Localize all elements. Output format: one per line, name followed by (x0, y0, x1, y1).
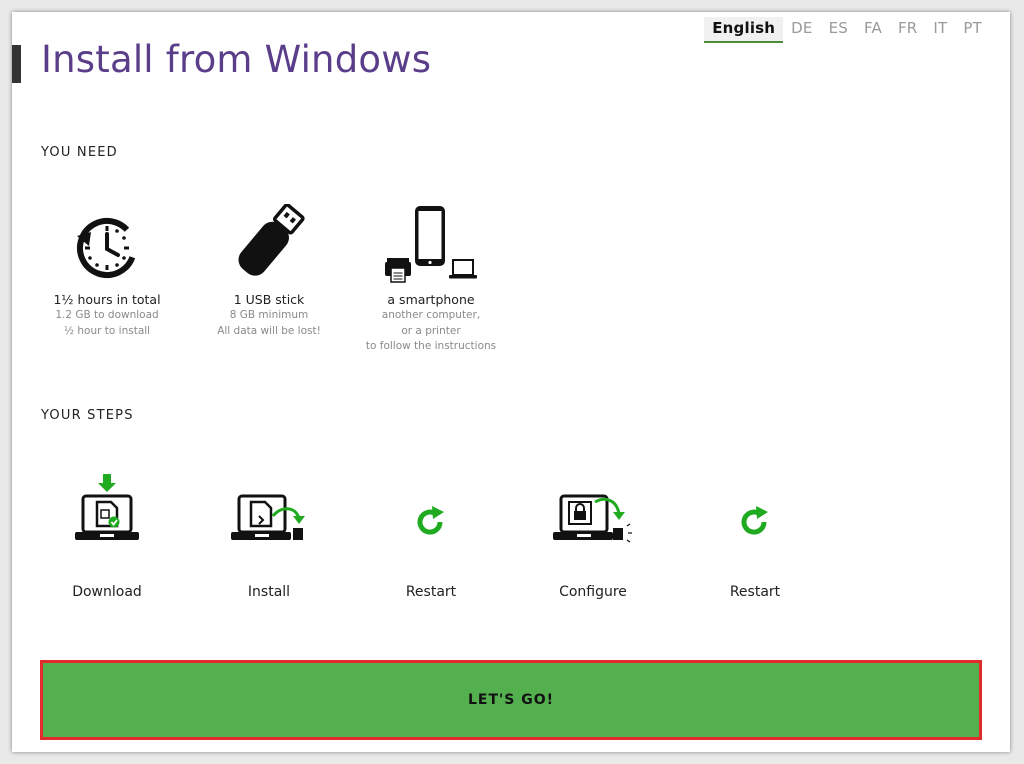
language-switcher: English DE ES FA FR IT PT (704, 17, 990, 43)
laptop-lock-icon (553, 494, 632, 543)
lang-de[interactable]: DE (783, 17, 820, 43)
lang-fr[interactable]: FR (890, 17, 925, 43)
need-detail: or a printer (401, 324, 461, 337)
need-item-time: 1½ hours in total 1.2 GB to download ½ h… (22, 194, 192, 339)
step-label: Restart (729, 584, 781, 600)
step-install: Install (204, 472, 334, 600)
step-label: Download (72, 584, 142, 600)
step-label: Configure (559, 584, 627, 600)
need-detail: ½ hour to install (63, 324, 151, 337)
need-title: 1 USB stick (233, 292, 305, 307)
page-title: Install from Windows (41, 38, 432, 81)
step-label: Install (247, 584, 291, 600)
laptop-install-icon (231, 494, 305, 540)
restart-icon (741, 506, 768, 535)
laptop-download-icon (75, 474, 139, 540)
step-restart-1: Restart (366, 472, 496, 600)
need-item-usb: 1 USB stick 8 GB minimum All data will b… (184, 194, 354, 339)
step-label: Restart (405, 584, 457, 600)
lang-fa[interactable]: FA (856, 17, 890, 43)
need-detail: 1.2 GB to download (55, 309, 159, 321)
lang-english[interactable]: English (704, 17, 784, 43)
lets-go-button[interactable]: LET'S GO! (40, 660, 982, 740)
lang-pt[interactable]: PT (955, 17, 990, 43)
need-title: a smartphone (387, 292, 475, 307)
usb-stick-icon (238, 204, 305, 276)
step-download: Download (42, 472, 172, 600)
your-steps-heading: YOUR STEPS (41, 408, 134, 423)
step-configure: Configure (528, 472, 658, 600)
need-detail: to follow the instructions (365, 340, 497, 352)
need-title: 1½ hours in total (53, 292, 161, 307)
title-accent-bar (12, 45, 21, 83)
need-detail: another computer, (381, 309, 481, 321)
page-frame: English DE ES FA FR IT PT Install from W… (12, 12, 1010, 752)
need-item-devices: a smartphone another computer, or a prin… (346, 194, 516, 355)
smartphone-printer-laptop-icon (385, 206, 477, 283)
need-detail: All data will be lost! (217, 324, 321, 337)
clock-rewind-icon (77, 218, 137, 278)
lang-it[interactable]: IT (925, 17, 955, 43)
step-restart-2: Restart (690, 472, 820, 600)
you-need-heading: YOU NEED (41, 145, 118, 160)
need-detail: 8 GB minimum (229, 309, 309, 321)
lang-es[interactable]: ES (821, 17, 856, 43)
restart-icon (417, 506, 444, 535)
